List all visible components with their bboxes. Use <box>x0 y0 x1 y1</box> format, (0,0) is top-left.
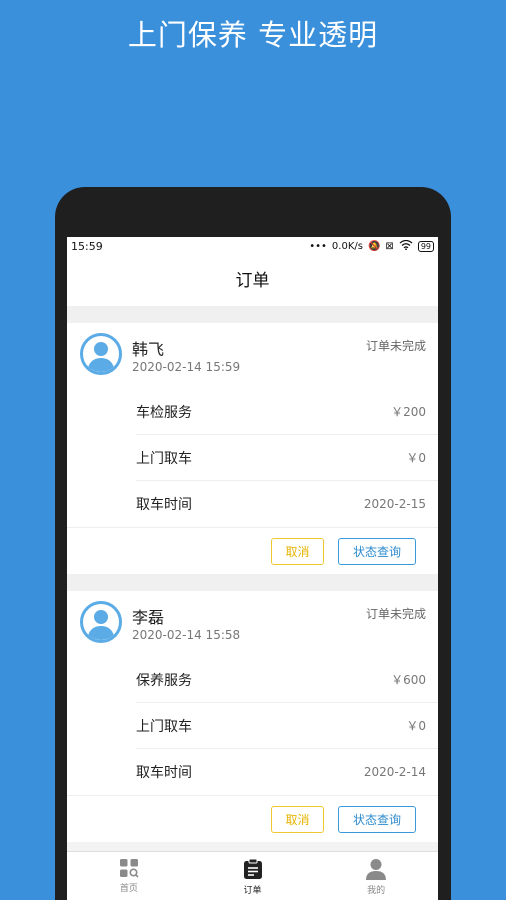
mute-icon: 🔕 <box>367 241 381 252</box>
row-label: 上门取车 <box>136 450 192 467</box>
order-row: 上门取车 ￥0 <box>136 435 438 481</box>
status-bar: 15:59 ••• 0.0K/s 🔕 ⊠ 99 <box>67 237 438 256</box>
page-title: 订单 <box>67 256 438 306</box>
tab-home[interactable]: 首页 <box>67 852 191 900</box>
row-label: 车检服务 <box>136 404 192 421</box>
order-row: 上门取车 ￥0 <box>136 703 438 749</box>
bottom-tab-bar: 首页 订单 我的 <box>67 851 438 900</box>
order-actions: 取消 状态查询 <box>67 527 438 574</box>
status-time: 15:59 <box>71 240 103 253</box>
wifi-icon <box>399 239 413 253</box>
promo-headline: 上门保养 专业透明 <box>127 18 379 52</box>
row-value: ￥0 <box>406 451 426 465</box>
order-card: 韩飞 2020-02-14 15:59 订单未完成 车检服务 ￥200 上门取车… <box>67 323 438 574</box>
row-label: 上门取车 <box>136 718 192 735</box>
user-icon <box>366 859 387 880</box>
status-indicators: ••• 0.0K/s 🔕 ⊠ 99 <box>309 239 434 253</box>
row-value: 2020-2-14 <box>363 765 426 779</box>
divider <box>67 306 438 323</box>
customer-name: 韩飞 <box>132 340 165 359</box>
sim-icon: ⊠ <box>385 241 394 252</box>
battery-icon: 99 <box>417 241 434 252</box>
order-time: 2020-02-14 15:58 <box>132 628 241 642</box>
row-label: 取车时间 <box>136 497 192 513</box>
row-value: ￥600 <box>391 673 426 687</box>
order-actions: 取消 状态查询 <box>67 795 438 842</box>
order-row: 取车时间 2020-2-14 <box>136 749 438 795</box>
tab-mine[interactable]: 我的 <box>314 852 438 900</box>
order-header: 韩飞 2020-02-14 15:59 订单未完成 <box>67 323 438 389</box>
cancel-button[interactable]: 取消 <box>271 537 324 565</box>
tab-label: 首页 <box>119 884 138 894</box>
network-speed: 0.0K/s <box>331 241 363 252</box>
tab-label: 我的 <box>367 886 386 896</box>
cancel-button[interactable]: 取消 <box>271 805 324 833</box>
user-icon <box>87 610 115 640</box>
order-row: 保养服务 ￥600 <box>136 657 438 703</box>
customer-name: 李磊 <box>132 608 165 627</box>
order-header: 李磊 2020-02-14 15:58 订单未完成 <box>67 591 438 657</box>
order-status: 订单未完成 <box>365 339 426 353</box>
signal-dots-icon: ••• <box>309 241 327 252</box>
row-value: ￥200 <box>391 405 426 419</box>
tab-orders[interactable]: 订单 <box>191 852 315 900</box>
home-grid-icon <box>119 859 139 878</box>
row-value: ￥0 <box>406 719 426 733</box>
app-screen: 15:59 ••• 0.0K/s 🔕 ⊠ 99 订单 韩飞 2020-02-14… <box>67 237 438 900</box>
tab-label: 订单 <box>243 886 262 896</box>
row-label: 保养服务 <box>136 672 192 689</box>
status-query-button[interactable]: 状态查询 <box>338 805 416 833</box>
order-status: 订单未完成 <box>365 607 426 621</box>
avatar <box>80 601 122 643</box>
row-label: 取车时间 <box>136 765 192 781</box>
avatar <box>80 333 122 375</box>
clipboard-icon <box>243 858 262 879</box>
order-time: 2020-02-14 15:59 <box>132 360 241 374</box>
order-card: 李磊 2020-02-14 15:58 订单未完成 保养服务 ￥600 上门取车… <box>67 591 438 842</box>
status-query-button[interactable]: 状态查询 <box>338 537 416 565</box>
row-value: 2020-2-15 <box>363 497 426 511</box>
order-row: 取车时间 2020-2-15 <box>136 481 438 527</box>
order-row: 车检服务 ￥200 <box>136 389 438 435</box>
divider <box>67 574 438 591</box>
user-icon <box>87 342 115 372</box>
